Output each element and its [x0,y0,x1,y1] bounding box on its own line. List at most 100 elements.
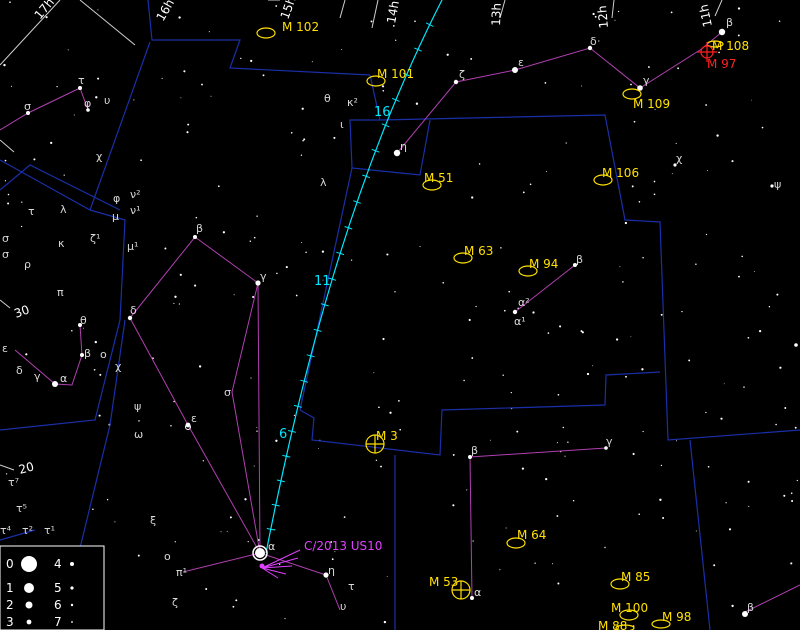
faint-star [33,158,36,161]
faint-star [779,366,782,369]
faint-star [321,250,325,253]
faint-star [783,494,786,497]
legend-mag-7: 7 [54,615,62,629]
label-epsilon-boo: ε [191,412,197,425]
faint-star [186,131,189,134]
faint-star [262,74,265,77]
faint-star [389,411,392,414]
faint-star [179,273,182,276]
faint-star [95,96,98,99]
label-beta-cb: β [84,347,91,360]
faint-star [707,465,710,468]
dso-label: M 108 [712,39,749,53]
faint-star [705,411,707,414]
faint-star [173,302,175,304]
dso-label: M 51 [424,171,453,185]
faint-star [275,5,278,7]
faint-star [662,516,665,520]
faint-star [641,368,644,371]
faint-star [592,12,595,16]
faint-star [383,620,387,624]
faint-star [545,477,548,481]
faint-star [776,293,779,296]
faint-star [380,465,382,468]
legend-star-1 [24,583,34,593]
faint-star [250,377,252,379]
faint-star [284,618,286,620]
faint-star [660,464,663,467]
faint-star [796,479,798,482]
dso-label: M 97 [707,57,736,71]
faint-star [614,19,616,21]
legend-star-2 [25,601,33,609]
label-mu: μ [112,210,119,223]
faint-star [671,173,673,175]
faint-star [619,266,621,268]
faint-star [98,414,101,417]
faint-star [174,295,177,298]
faint-star [220,531,222,533]
faint-star [178,303,181,305]
faint-star [293,414,296,417]
label-alpha-boo: α [268,540,275,553]
faint-star [240,57,242,60]
faint-star [133,99,135,101]
label-omicron-boo: ο [164,550,171,563]
faint-star [295,294,298,297]
faint-star [556,442,558,444]
faint-star [630,83,632,86]
faint-star [794,426,797,429]
faint-star [253,236,256,239]
faint-star [677,67,680,70]
faint-star [713,564,716,567]
dso-label: M 88 [598,619,627,630]
faint-star [370,20,373,23]
label-beta-com: β [471,444,478,457]
faint-star [290,131,293,134]
faint-star [99,373,102,376]
label-delta-boo: δ [130,304,137,317]
faint-star [67,49,69,51]
label-gamma-cb: γ [34,370,41,383]
faint-star [572,499,575,502]
faint-star [311,61,313,63]
faint-star [625,375,627,378]
label-alpha2-cvn: α² [518,296,530,309]
legend-star-7 [71,621,73,623]
faint-star [386,253,389,256]
faint-star [751,99,753,101]
faint-star [695,263,697,266]
label-upsilon-her: υ [104,94,110,107]
star-alpha-boo [255,548,265,558]
legend-mag-3: 3 [6,615,14,629]
label-zeta-uma: ζ [459,68,465,81]
star-beta-boo [193,235,197,239]
label-omega-boo: ω [134,428,143,441]
label-epsilon-cb: ε [2,342,8,355]
label-gamma-com: γ [606,435,613,448]
faint-star [381,85,385,88]
star-alpha-cvn [512,309,518,315]
label-tau1: τ¹ [44,524,55,537]
faint-star [790,562,793,565]
sky-chart[interactable]: 16 11 6 C/2013 US10 17h 16h 15h 14h 13h … [0,0,800,630]
dso-label: M 53 [429,575,458,589]
label-kappa2: κ² [347,96,358,109]
faint-star [202,460,204,462]
label-xi-boo: ξ [150,514,156,527]
label-pi1-boo: π¹ [176,566,187,579]
faint-star [758,329,762,333]
faint-star [510,391,512,394]
faint-star [670,11,673,14]
faint-star [210,95,212,97]
faint-star [3,63,6,67]
comet-track-label-6: 6 [279,427,287,442]
label-nu2: ν² [130,188,141,201]
faint-star [723,383,725,385]
faint-star [775,423,777,426]
faint-star [208,31,210,33]
label-tau2: τ² [22,524,33,537]
label-theta-dra: θ [324,92,331,105]
faint-star [10,85,13,87]
faint-star [97,9,99,11]
